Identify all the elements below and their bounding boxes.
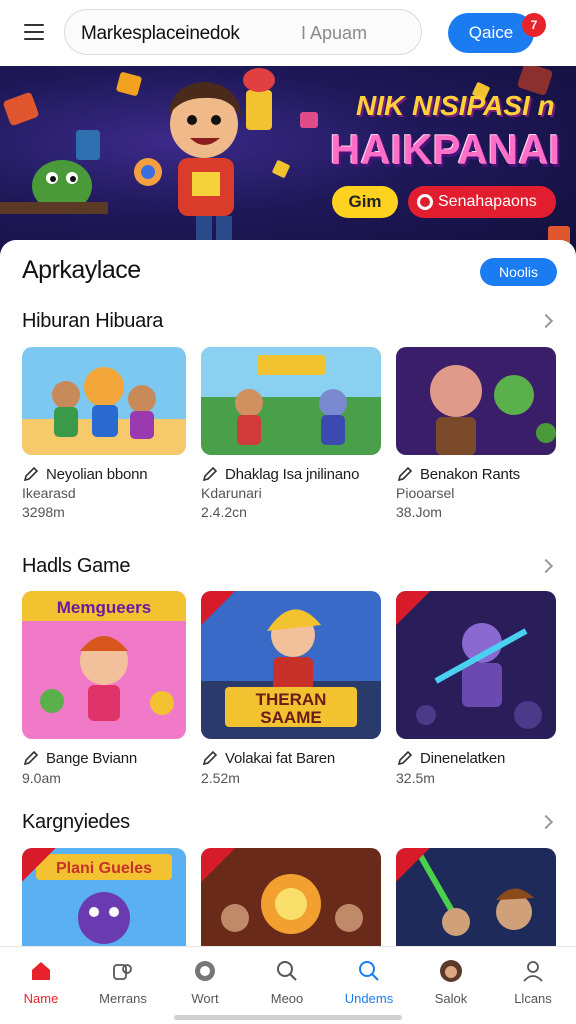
ribbon-badge	[201, 591, 235, 625]
game-card[interactable]: Dinenelatken 32.5m	[396, 591, 556, 791]
home-icon	[32, 962, 50, 980]
nav-item-profile[interactable]: Llcans	[492, 947, 574, 1013]
nav-label: Merrans	[99, 991, 147, 1006]
main-content: Aprkaylace Noolis Hiburan Hibuara Neyoli…	[0, 240, 576, 946]
game-size: 38.Jom	[396, 504, 442, 520]
hero-banner[interactable]: NIK NISIPASI n HAIKPANAI Gim Senahapaons	[0, 66, 576, 256]
game-card[interactable]	[396, 848, 556, 946]
nav-label: Llcans	[514, 991, 552, 1006]
game-size: 2.52m	[201, 770, 240, 786]
ribbon-badge	[396, 591, 430, 625]
game-size: 3298m	[22, 504, 65, 520]
game-card[interactable]: THERAN SAAME Volakai fat Baren 2.52m	[201, 591, 381, 791]
game-art-title: Memgueers	[57, 598, 151, 617]
search-bar[interactable]: Markesplaceinedok	[64, 9, 422, 55]
game-card[interactable]: Dhaklag Isa jnilinano Kdarunari 2.4.2cn	[201, 347, 381, 527]
game-size: 2.4.2cn	[201, 504, 247, 520]
game-card[interactable]	[201, 848, 381, 946]
game-category: Ikearasd	[22, 485, 76, 501]
hero-primary-button[interactable]: Gim	[332, 186, 398, 218]
nav-label: Salok	[434, 991, 468, 1006]
ribbon-badge	[396, 848, 430, 882]
profile-icon	[523, 961, 543, 982]
game-title: Benakon Rants	[420, 466, 520, 483]
game-thumbnail	[396, 347, 556, 455]
game-category: Piooarsel	[396, 485, 455, 501]
notification-badge: 7	[522, 13, 546, 37]
app-title: Markesplaceinedok	[81, 23, 240, 44]
search-input[interactable]	[301, 19, 411, 47]
game-size: 32.5m	[396, 770, 435, 786]
game-size: 9.0am	[22, 770, 61, 786]
nav-item-world[interactable]: Wort	[164, 947, 246, 1013]
nav-item-salok[interactable]: Salok	[410, 947, 492, 1013]
nav-label: Meoo	[270, 991, 304, 1006]
nav-item-undems[interactable]: Undems	[328, 947, 410, 1013]
user-search-icon	[359, 961, 379, 981]
section-title: Kargnyiedes	[22, 811, 130, 833]
nav-label: Undems	[344, 991, 394, 1006]
game-thumbnail: Memgueers	[22, 591, 186, 739]
game-thumbnail: Plani Gueles	[22, 848, 186, 946]
game-card[interactable]: Benakon Rants Piooarsel 38.Jom	[396, 347, 556, 527]
hero-secondary-button[interactable]: Senahapaons	[408, 186, 556, 218]
menu-icon[interactable]	[22, 22, 46, 42]
game-art-title: Plani Gueles	[56, 860, 152, 877]
record-icon	[417, 194, 433, 210]
nav-item-search[interactable]: Meoo	[246, 947, 328, 1013]
edit-icon	[23, 750, 39, 766]
ribbon-badge	[22, 848, 56, 882]
game-thumbnail	[22, 347, 186, 455]
game-art-title: THERAN SAAME	[256, 690, 327, 727]
game-title: Dinenelatken	[420, 750, 506, 767]
top-bar: Markesplaceinedok Qaice 7	[0, 0, 576, 66]
hero-headline-top: NIK NISIPASI n	[356, 90, 555, 121]
edit-icon	[397, 750, 413, 766]
header-action-button[interactable]: Qaice	[448, 13, 534, 53]
chevron-right-icon[interactable]	[540, 559, 554, 573]
edit-icon	[202, 466, 218, 482]
game-thumbnail: THERAN SAAME	[201, 591, 381, 739]
edit-icon	[202, 750, 218, 766]
people-icon	[113, 964, 132, 980]
section-title: Hadls Game	[22, 555, 131, 577]
filter-pill-button[interactable]: Noolis	[480, 258, 557, 286]
search-icon	[277, 961, 297, 981]
ribbon-badge	[201, 848, 235, 882]
game-thumbnail	[201, 848, 381, 946]
game-title: Volakai fat Baren	[225, 750, 336, 767]
section-title: Hiburan Hibuara	[22, 310, 164, 332]
edit-icon	[397, 466, 413, 482]
game-title: Neyolian bbonn	[46, 466, 148, 483]
game-title: Dhaklag Isa jnilinano	[225, 466, 360, 483]
game-title: Bange Bviann	[46, 750, 138, 767]
nav-item-members[interactable]: Merrans	[82, 947, 164, 1013]
chevron-right-icon[interactable]	[540, 314, 554, 328]
game-thumbnail	[396, 848, 556, 946]
home-indicator	[174, 1015, 402, 1020]
game-card[interactable]: Memgueers Bange Bviann 9.0am	[22, 591, 186, 791]
game-card[interactable]: Neyolian bbonn Ikearasd 3298m	[22, 347, 186, 527]
avatar-icon	[440, 960, 462, 982]
edit-icon	[23, 466, 39, 482]
hero-secondary-label: Senahapaons	[438, 193, 537, 210]
nav-label: Wort	[191, 991, 219, 1006]
chevron-right-icon[interactable]	[540, 815, 554, 829]
hero-headline: HAIKPANAI	[330, 126, 561, 173]
page-title: Aprkaylace	[22, 256, 141, 284]
globe-icon	[195, 961, 215, 981]
nav-item-home[interactable]: Name	[0, 947, 82, 1013]
nav-label: Name	[23, 991, 59, 1006]
bottom-navigation: Name Merrans Wort Meoo Undems Salok Llca…	[0, 946, 576, 1024]
game-category: Kdarunari	[201, 485, 262, 501]
game-thumbnail	[396, 591, 556, 739]
game-card[interactable]: Plani Gueles	[22, 848, 186, 946]
game-thumbnail	[201, 347, 381, 455]
